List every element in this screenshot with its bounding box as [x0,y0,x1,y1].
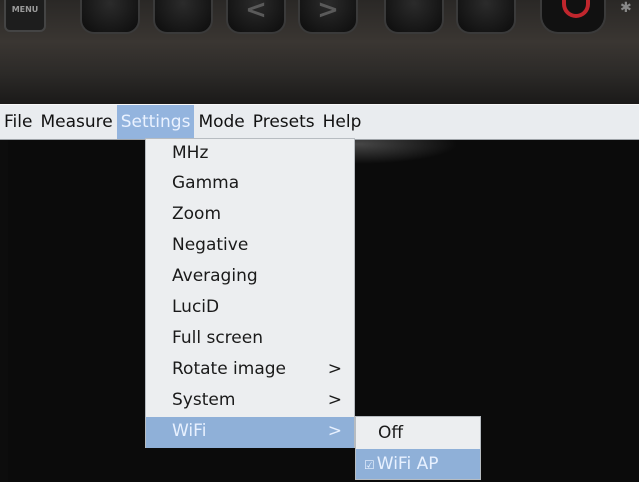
settings-item-zoom[interactable]: Zoom [146,200,354,229]
menu-file[interactable]: File [0,105,36,139]
menu-presets[interactable]: Presets [249,105,319,139]
menu-item-label: Off [378,423,404,443]
settings-item-full-screen[interactable]: Full screen [146,324,354,353]
settings-item-negative[interactable]: Negative [146,231,354,260]
hardware-left-button[interactable]: < [226,0,286,34]
chevron-left-icon: < [245,0,267,25]
hardware-button-5[interactable] [384,0,444,34]
settings-item-gamma[interactable]: Gamma [146,169,354,198]
settings-item-system[interactable]: System > [146,386,354,415]
wifi-item-ap[interactable]: ☑ WiFi AP [356,449,480,479]
menu-item-label: Full screen [172,328,263,348]
settings-item-averaging[interactable]: Averaging [146,262,354,291]
power-button[interactable] [540,0,606,34]
menu-mode[interactable]: Mode [194,105,248,139]
device-bezel: MENU < > ✱ [0,0,639,105]
chevron-right-icon: > [327,421,342,441]
hardware-menu-label: MENU [11,5,39,14]
menu-item-label: Rotate image [172,359,287,379]
brightness-icon: ✱ [620,0,632,16]
settings-item-wifi[interactable]: WiFi > [146,417,354,448]
checkbox-icon: ☑ [364,458,375,472]
menu-item-label: Gamma [172,173,240,193]
hardware-button-6[interactable] [456,0,516,34]
menu-item-label: LuciD [172,297,220,317]
menu-settings[interactable]: Settings [116,105,195,139]
menu-item-label: Averaging [172,266,258,286]
menu-help[interactable]: Help [319,105,366,139]
menu-item-label: MHz [172,143,209,163]
hardware-right-button[interactable]: > [298,0,358,34]
hardware-menu-button[interactable]: MENU [4,0,46,32]
chevron-right-icon: > [317,0,339,25]
menu-item-label: WiFi AP [376,454,439,474]
chevron-right-icon: > [327,390,342,410]
settings-dropdown: MHz Gamma Zoom Negative Averaging LuciD … [145,138,355,448]
settings-item-lucid[interactable]: LuciD [146,293,354,322]
chevron-right-icon: > [327,359,342,379]
menu-measure[interactable]: Measure [36,105,116,139]
menu-item-label: Zoom [172,204,222,224]
wifi-item-off[interactable]: Off [356,418,480,448]
hardware-button-1[interactable] [80,0,140,34]
hardware-button-2[interactable] [153,0,213,34]
menu-item-label: WiFi [172,421,207,441]
settings-item-rotate-image[interactable]: Rotate image > [146,355,354,384]
menu-item-label: System [172,390,236,410]
wifi-submenu: Off ☑ WiFi AP [355,416,481,480]
menu-item-label: Negative [172,235,249,255]
menubar: File Measure Settings Mode Presets Help [0,104,639,140]
settings-item-mhz[interactable]: MHz [146,139,354,168]
